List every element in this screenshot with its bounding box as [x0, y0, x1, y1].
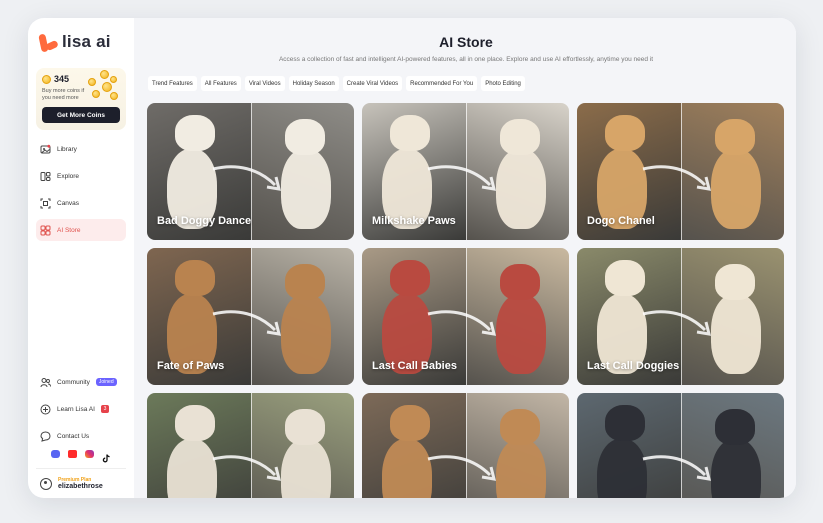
subject-shape [284, 119, 325, 155]
subject-shape [714, 409, 755, 445]
transform-arrow-icon [427, 310, 497, 336]
category-tabs: Trend Features All Features Viral Videos… [148, 76, 784, 91]
sidebar-item-label: Explore [57, 172, 80, 180]
social-links [36, 450, 126, 463]
transform-arrow-icon [212, 455, 282, 481]
profile[interactable]: Premium Plan elizabethrose [36, 477, 126, 490]
sidebar-item-label: Canvas [57, 199, 80, 207]
get-more-coins-button[interactable]: Get More Coins [42, 107, 120, 123]
subject-shape [499, 119, 540, 155]
transform-arrow-icon [427, 455, 497, 481]
discord-icon[interactable] [51, 450, 60, 458]
sidebar-item-label: Library [57, 145, 77, 153]
transform-arrow-icon [427, 165, 497, 191]
coins-illustration [80, 68, 122, 104]
page-title: AI Store [439, 34, 493, 50]
coin-card: 345 Buy more coins if you need more Get … [36, 68, 126, 130]
sidebar-nav: Library Explore Canvas AI Store [36, 138, 126, 241]
coin-count: 345 [54, 74, 70, 84]
tab-create-viral-videos[interactable]: Create Viral Videos [342, 76, 403, 91]
feature-card[interactable]: Bad Doggy Dance [147, 103, 354, 240]
transform-arrow-icon [212, 165, 282, 191]
sidebar-item-explore[interactable]: Explore [36, 165, 126, 187]
sidebar-item-canvas[interactable]: Canvas [36, 192, 126, 214]
card-title: Dogo Chanel [587, 215, 655, 227]
card-title: Last Call Babies [372, 360, 457, 372]
learn-label: Learn Lisa AI [57, 405, 95, 413]
main-content: AI Store Access a collection of fast and… [134, 18, 796, 498]
page-subtitle: Access a collection of fast and intellig… [278, 56, 654, 63]
feature-card[interactable] [147, 393, 354, 498]
username: elizabethrose [58, 483, 103, 490]
learn-count-badge: 3 [100, 405, 109, 413]
sidebar: lisa ai 345 Buy more coins if you need m… [28, 18, 134, 498]
learn-lisa-ai-link[interactable]: Learn Lisa AI 3 [36, 402, 126, 416]
library-icon [40, 144, 51, 155]
subject-shape [714, 264, 755, 300]
sidebar-item-ai-store[interactable]: AI Store [36, 219, 126, 241]
community-label: Community [57, 378, 90, 386]
subject-shape [175, 115, 215, 151]
card-title: Bad Doggy Dance [157, 215, 252, 227]
youtube-icon[interactable] [68, 450, 77, 458]
card-title: Last Call Doggies [587, 360, 680, 372]
logo-text: lisa ai [62, 32, 111, 51]
feature-card[interactable] [362, 393, 569, 498]
tab-trend-features[interactable]: Trend Features [148, 76, 197, 91]
contact-us-link[interactable]: Contact Us [36, 429, 126, 443]
feature-card[interactable]: Last Call Babies [362, 248, 569, 385]
card-title: Fate of Paws [157, 360, 225, 372]
community-icon [40, 377, 51, 388]
contact-label: Contact Us [57, 432, 90, 440]
lisa-logo-icon [38, 32, 59, 53]
sidebar-item-library[interactable]: Library [36, 138, 126, 160]
avatar-icon [40, 477, 52, 490]
store-icon [40, 225, 51, 236]
subject-shape [390, 405, 430, 441]
divider [36, 468, 126, 469]
subject-shape [284, 409, 325, 445]
feature-card[interactable] [577, 393, 784, 498]
subject-shape [605, 115, 645, 151]
subject-shape [605, 260, 645, 296]
sidebar-item-label: AI Store [57, 226, 81, 234]
subject-shape [499, 409, 540, 445]
feature-card[interactable]: Last Call Doggies [577, 248, 784, 385]
subject-shape [175, 260, 215, 296]
transform-arrow-icon [642, 310, 712, 336]
tab-viral-videos[interactable]: Viral Videos [244, 76, 285, 91]
community-link[interactable]: Community Joined [36, 375, 126, 389]
joined-badge: Joined [95, 378, 117, 386]
subject-shape [390, 115, 430, 151]
tab-photo-editing[interactable]: Photo Editing [481, 76, 525, 91]
tab-recommended-for-you[interactable]: Recommended For You [406, 76, 478, 91]
card-title: Milkshake Paws [372, 215, 456, 227]
logo[interactable]: lisa ai [38, 28, 126, 56]
tab-holiday-season[interactable]: Holiday Season [288, 76, 339, 91]
learn-icon [40, 404, 51, 415]
canvas-icon [40, 198, 51, 209]
tiktok-icon[interactable] [102, 450, 111, 463]
feature-grid: Bad Doggy Dance Milkshake Paws Dogo Chan… [147, 103, 784, 498]
app-window: lisa ai 345 Buy more coins if you need m… [28, 18, 796, 498]
subject-shape [605, 405, 645, 441]
subject-shape [390, 260, 430, 296]
sidebar-bottom: Community Joined Learn Lisa AI 3 Contact… [36, 375, 126, 490]
subject-shape [175, 405, 215, 441]
subject-shape [714, 119, 755, 155]
feature-card[interactable]: Fate of Paws [147, 248, 354, 385]
transform-arrow-icon [642, 455, 712, 481]
explore-icon [40, 171, 51, 182]
instagram-icon[interactable] [85, 450, 94, 458]
chat-icon [40, 430, 51, 442]
tab-all-features[interactable]: All Features [200, 76, 241, 91]
coin-icon [42, 74, 51, 84]
feature-card[interactable]: Dogo Chanel [577, 103, 784, 240]
transform-arrow-icon [642, 165, 712, 191]
feature-card[interactable]: Milkshake Paws [362, 103, 569, 240]
subject-shape [499, 264, 540, 300]
transform-arrow-icon [212, 310, 282, 336]
subject-shape [284, 264, 325, 300]
